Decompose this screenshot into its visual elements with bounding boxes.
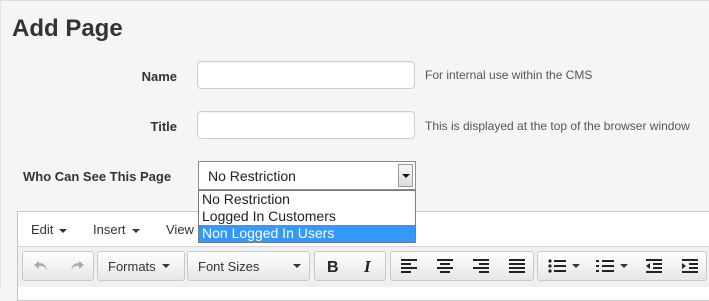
title-help-text: This is displayed at the top of the brow… [425, 119, 690, 133]
redo-icon [71, 261, 84, 271]
font-sizes-label: Font Sizes [198, 258, 260, 274]
redo-button[interactable] [59, 252, 95, 280]
alignment-group [390, 251, 534, 281]
list-group [537, 251, 707, 281]
select-arrow-button[interactable] [398, 164, 413, 187]
chevron-down-icon [131, 228, 140, 233]
menu-insert[interactable]: Insert [93, 222, 140, 237]
page-title: Add Page [12, 15, 123, 42]
bold-icon: B [327, 259, 339, 274]
font-sizes-button: Font Sizes [198, 252, 268, 280]
align-center-icon [437, 259, 453, 273]
undo-icon [34, 261, 47, 271]
text-style-group: B I [314, 251, 386, 281]
menu-view[interactable]: View [166, 222, 194, 237]
chevron-down-icon [293, 264, 301, 268]
title-input[interactable] [197, 111, 415, 139]
history-group [22, 251, 94, 281]
svg-text:B: B [327, 259, 339, 274]
svg-text:I: I [363, 258, 372, 274]
frame-left-border [0, 0, 1, 289]
name-label: Name [141, 69, 177, 84]
name-input[interactable] [197, 61, 415, 89]
italic-icon: I [363, 258, 372, 274]
chevron-down-icon [401, 173, 410, 178]
visibility-select-value: No Restriction [208, 168, 296, 184]
align-left-icon [401, 259, 417, 273]
bold-button[interactable]: B [315, 252, 351, 280]
align-justify-button[interactable] [499, 252, 535, 280]
chevron-down-icon [161, 264, 170, 268]
option-logged-in-customers[interactable]: Logged In Customers [199, 208, 415, 225]
visibility-dropdown-list: No Restriction Logged In Customers Non L… [198, 190, 416, 243]
formats-dropdown[interactable]: Formats [97, 251, 185, 281]
indent-icon [682, 259, 698, 273]
font-sizes-dropdown[interactable]: Font Sizes [187, 251, 310, 281]
numbered-list-icon [596, 260, 614, 272]
option-non-logged-in-users[interactable]: Non Logged In Users [199, 225, 415, 242]
menu-edit[interactable]: Edit [31, 222, 68, 237]
align-center-button[interactable] [427, 252, 463, 280]
chevron-down-icon [59, 228, 68, 233]
name-help-text: For internal use within the CMS [425, 68, 593, 82]
title-label: Title [150, 119, 178, 134]
align-left-button[interactable] [391, 252, 427, 280]
align-justify-icon [509, 259, 525, 273]
italic-button[interactable]: I [351, 252, 387, 280]
visibility-label: Who Can See This Page [23, 169, 172, 184]
outdent-icon [646, 259, 662, 273]
formats-label: Formats [108, 258, 156, 274]
chevron-down-icon [620, 264, 628, 268]
formats-button: Formats [108, 252, 178, 280]
align-right-button[interactable] [463, 252, 499, 280]
outdent-button[interactable] [636, 252, 672, 280]
align-right-icon [473, 259, 489, 273]
menu-edit-label: Edit [31, 222, 54, 237]
numbered-list-button[interactable] [590, 252, 634, 280]
undo-button[interactable] [23, 252, 59, 280]
frame-top-border [0, 0, 709, 1]
bullet-list-button[interactable] [542, 252, 586, 280]
indent-button[interactable] [672, 252, 708, 280]
visibility-select[interactable]: No Restriction [198, 161, 416, 190]
option-no-restriction[interactable]: No Restriction [199, 191, 415, 208]
editor-toolbar: Formats Font Sizes B I [18, 246, 709, 287]
chevron-down-icon [572, 264, 580, 268]
menu-view-label: View [166, 222, 194, 237]
bullet-list-icon [548, 259, 566, 273]
menu-insert-label: Insert [93, 222, 126, 237]
